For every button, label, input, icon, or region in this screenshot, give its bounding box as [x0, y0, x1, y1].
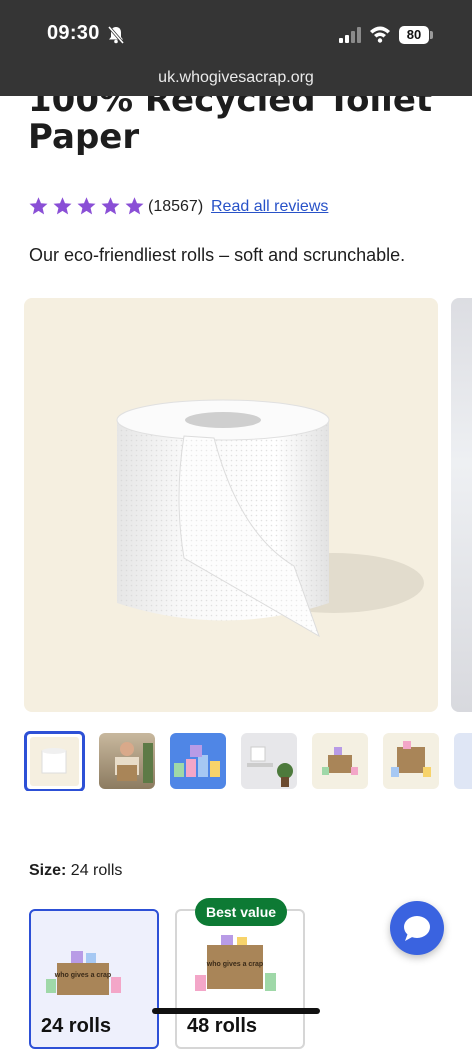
star-icon	[125, 197, 144, 215]
status-bar: 09:30 80 uk.whogivesacrap.org	[0, 0, 472, 96]
hero-image[interactable]	[24, 298, 438, 712]
star-icon	[101, 197, 120, 215]
status-time: 09:30	[47, 22, 100, 44]
wifi-icon	[370, 26, 390, 43]
box-brand-text: who gives a crap	[54, 972, 111, 979]
thumb-box24-image	[322, 747, 358, 775]
thumb-person-box-image	[115, 742, 153, 783]
box-48-image: who gives a crap	[195, 935, 276, 991]
thumb-roll-image	[30, 737, 79, 786]
thumbnail-1[interactable]	[99, 733, 155, 789]
thumbnail-5[interactable]	[383, 733, 439, 789]
product-tagline: Our eco-friendliest rolls – soft and scr…	[29, 245, 406, 265]
thumbnail-strip	[24, 731, 472, 791]
thumbnail-0[interactable]	[24, 731, 85, 791]
size-option-label: 48 rolls	[187, 1015, 258, 1037]
bell-muted-icon	[107, 26, 125, 44]
size-label: Size: 24 rolls	[29, 862, 122, 880]
read-reviews-link[interactable]: Read all reviews	[211, 198, 328, 216]
thumbnail-4[interactable]	[312, 733, 368, 789]
home-indicator	[152, 1008, 320, 1014]
size-option-48[interactable]: who gives a crap 48 rolls	[175, 909, 305, 1049]
chat-bubble-icon	[404, 916, 430, 941]
review-count: (18567)	[148, 198, 204, 215]
title-area: 100% Recycled Toilet Paper	[0, 96, 472, 176]
battery-tip	[430, 31, 433, 39]
star-icon	[53, 197, 72, 215]
size-label-key: Size:	[29, 862, 67, 879]
thumbnail-2[interactable]	[170, 733, 226, 789]
rating-stars	[28, 196, 145, 216]
box-brand-text: who gives a crap	[206, 961, 263, 968]
browser-url[interactable]: uk.whogivesacrap.org	[0, 69, 472, 87]
toilet-roll-illustration	[116, 399, 424, 638]
thumbnail-6[interactable]	[454, 733, 472, 789]
battery-indicator: 80	[399, 26, 429, 44]
signal-icon	[339, 27, 361, 43]
thumb-stack-image	[174, 745, 220, 777]
best-value-badge: Best value	[195, 898, 288, 926]
thumbnail-3[interactable]	[241, 733, 297, 789]
star-icon	[29, 197, 48, 215]
chat-button[interactable]	[390, 901, 444, 955]
size-option-label: 24 rolls	[41, 1015, 112, 1037]
star-icon	[77, 197, 96, 215]
size-option-24[interactable]: who gives a crap 24 rolls	[29, 909, 159, 1049]
thumb-box48-image	[391, 741, 431, 777]
box-24-image: who gives a crap	[46, 951, 121, 995]
thumb-bathroom-image	[247, 746, 293, 787]
next-image-peek[interactable]	[451, 298, 472, 712]
product-title: 100% Recycled Toilet Paper	[28, 96, 433, 157]
size-label-value: 24 rolls	[70, 862, 123, 879]
